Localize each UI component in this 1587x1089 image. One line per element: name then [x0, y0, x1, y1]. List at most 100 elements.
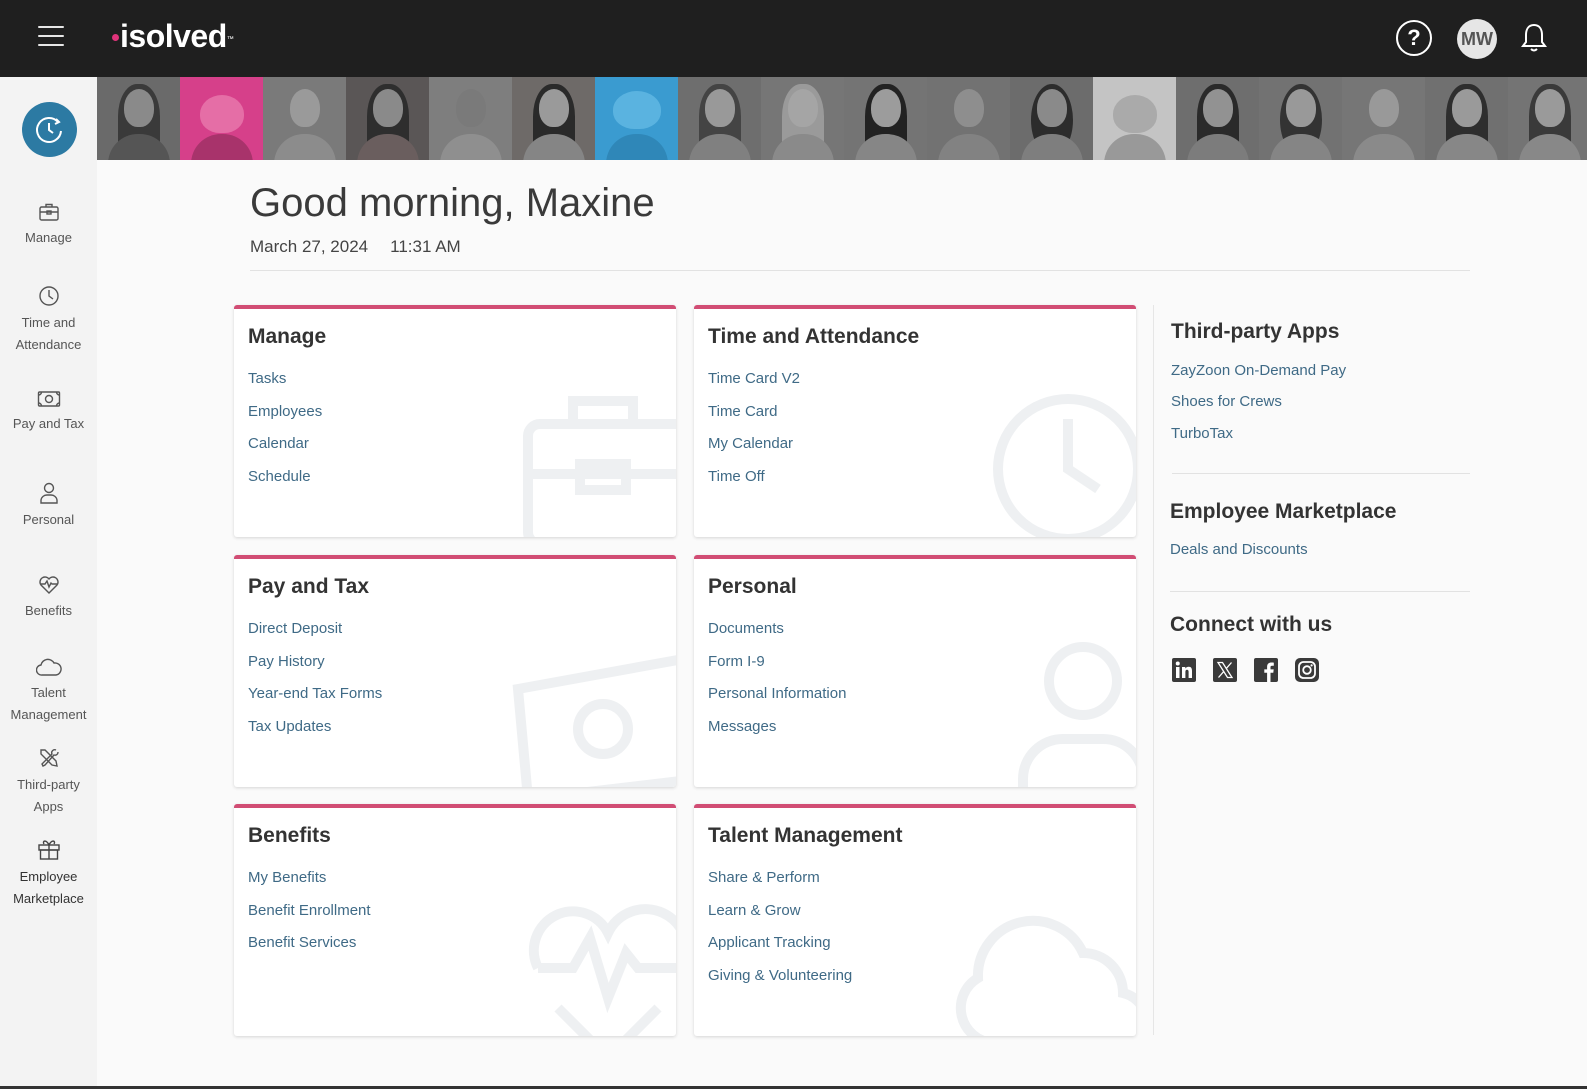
heart-pulse-icon — [38, 576, 59, 594]
sidebar-item-time-and-attendance[interactable]: Time and Attendance — [0, 285, 97, 356]
card-link-year-end-tax-forms[interactable]: Year-end Tax Forms — [248, 684, 382, 717]
card-link-applicant-tracking[interactable]: Applicant Tracking — [708, 933, 852, 966]
help-icon[interactable]: ? — [1396, 20, 1432, 56]
card-title: Personal — [708, 575, 797, 598]
history-button[interactable] — [22, 102, 77, 157]
sidebar-label: Personal — [22, 512, 75, 527]
section-title: Employee Marketplace — [1170, 500, 1397, 523]
banner-photo — [1342, 77, 1425, 160]
linkedin-icon[interactable] — [1172, 658, 1196, 682]
banner-photo — [97, 77, 180, 160]
card-link-form-i9[interactable]: Form I-9 — [708, 652, 846, 685]
greeting: Good morning, Maxine — [250, 181, 655, 225]
card-link-share-and-perform[interactable]: Share & Perform — [708, 868, 852, 901]
clock-icon — [38, 286, 59, 306]
isolved-logo[interactable]: isolved™ — [112, 16, 234, 56]
employee-marketplace-section: Employee Marketplace Deals and Discounts — [1170, 500, 1396, 558]
card-link-tax-updates[interactable]: Tax Updates — [248, 717, 382, 750]
card-link-tasks[interactable]: Tasks — [248, 369, 322, 402]
briefcase-icon — [523, 396, 676, 537]
sidebar-label: Marketplace — [13, 891, 84, 906]
banner-mascot — [180, 77, 263, 160]
card-link-giving-and-volunteering[interactable]: Giving & Volunteering — [708, 966, 852, 999]
sidebar-item-employee-marketplace[interactable]: Employee Marketplace — [0, 837, 97, 910]
link-zayzoon[interactable]: ZayZoon On-Demand Pay — [1171, 362, 1346, 379]
tools-icon — [39, 749, 59, 767]
card-link-direct-deposit[interactable]: Direct Deposit — [248, 619, 382, 652]
card-title: Time and Attendance — [708, 325, 920, 348]
cloud-icon — [955, 915, 1136, 1036]
banner-photo — [1176, 77, 1259, 160]
card-title: Manage — [248, 325, 327, 348]
divider — [1170, 591, 1470, 592]
card-benefits: Benefits My Benefits Benefit Enrollment … — [234, 804, 676, 1036]
banner-mascot — [595, 77, 678, 160]
card-link-my-benefits[interactable]: My Benefits — [248, 868, 371, 901]
facebook-icon[interactable] — [1254, 658, 1278, 682]
logo-dot — [112, 34, 119, 42]
divider — [1172, 473, 1470, 474]
banner-photo — [512, 77, 595, 160]
link-turbotax[interactable]: TurboTax — [1171, 425, 1346, 442]
avatar[interactable]: MW — [1457, 19, 1497, 59]
current-date: March 27, 2024 — [250, 237, 369, 256]
sidebar-item-benefits[interactable]: Benefits — [0, 575, 97, 622]
banner-photo — [429, 77, 512, 160]
current-time: 11:31 AM — [390, 237, 461, 256]
card-talent-management: Talent Management Share & Perform Learn … — [694, 804, 1136, 1036]
sidebar-label: Talent — [31, 685, 66, 700]
card-link-learn-and-grow[interactable]: Learn & Grow — [708, 901, 852, 934]
banner-photo — [1010, 77, 1093, 160]
card-link-schedule[interactable]: Schedule — [248, 467, 322, 500]
sidebar-item-pay-and-tax[interactable]: Pay and Tax — [0, 390, 97, 435]
sidebar-label: Time and — [21, 315, 76, 330]
banner-photo — [761, 77, 844, 160]
card-pay-and-tax: Pay and Tax Direct Deposit Pay History Y… — [234, 555, 676, 787]
sidebar: Manage Time and Attendance Pay and Tax P… — [0, 77, 97, 1089]
link-shoes-for-crews[interactable]: Shoes for Crews — [1171, 393, 1346, 410]
briefcase-icon — [38, 203, 59, 221]
date-time: March 27, 2024 11:31 AM — [250, 237, 461, 257]
banner-photo — [1425, 77, 1508, 160]
sidebar-item-talent-management[interactable]: Talent Management — [0, 657, 97, 726]
money-icon — [512, 655, 676, 787]
card-link-documents[interactable]: Documents — [708, 619, 846, 652]
card-link-time-off[interactable]: Time Off — [708, 467, 800, 500]
bell-icon[interactable] — [1520, 22, 1548, 54]
card-link-time-card-v2[interactable]: Time Card V2 — [708, 369, 800, 402]
card-link-personal-information[interactable]: Personal Information — [708, 684, 846, 717]
banner-photo — [263, 77, 346, 160]
banner-photo — [1259, 77, 1342, 160]
card-link-messages[interactable]: Messages — [708, 717, 846, 750]
history-icon — [36, 117, 62, 143]
card-title: Talent Management — [708, 824, 903, 847]
card-manage: Manage Tasks Employees Calendar Schedule — [234, 305, 676, 537]
card-link-my-calendar[interactable]: My Calendar — [708, 434, 800, 467]
card-link-benefit-enrollment[interactable]: Benefit Enrollment — [248, 901, 371, 934]
sidebar-item-manage[interactable]: Manage — [0, 202, 97, 249]
top-bar: isolved™ ? MW — [0, 0, 1587, 77]
clock-icon — [993, 394, 1136, 537]
card-link-employees[interactable]: Employees — [248, 402, 322, 435]
section-title: Third-party Apps — [1171, 320, 1340, 343]
section-title: Connect with us — [1170, 613, 1333, 636]
x-icon[interactable] — [1213, 658, 1237, 682]
third-party-apps-section: Third-party Apps ZayZoon On-Demand Pay S… — [1171, 320, 1346, 442]
banner-photo — [678, 77, 761, 160]
card-link-benefit-services[interactable]: Benefit Services — [248, 933, 371, 966]
banner-mascot — [1093, 77, 1176, 160]
sidebar-item-personal[interactable]: Personal — [0, 482, 97, 531]
sidebar-item-third-party-apps[interactable]: Third-party Apps — [0, 747, 97, 818]
heart-pulse-icon — [528, 904, 676, 1036]
link-deals-and-discounts[interactable]: Deals and Discounts — [1170, 541, 1396, 558]
instagram-icon[interactable] — [1295, 658, 1319, 682]
cloud-icon — [35, 658, 62, 676]
sidebar-label: Third-party — [17, 777, 80, 792]
card-link-pay-history[interactable]: Pay History — [248, 652, 382, 685]
card-title: Benefits — [248, 824, 331, 847]
connect-section: Connect with us — [1170, 613, 1332, 637]
menu-icon[interactable] — [38, 26, 64, 48]
card-time-and-attendance: Time and Attendance Time Card V2 Time Ca… — [694, 305, 1136, 537]
card-link-time-card[interactable]: Time Card — [708, 402, 800, 435]
card-link-calendar[interactable]: Calendar — [248, 434, 322, 467]
